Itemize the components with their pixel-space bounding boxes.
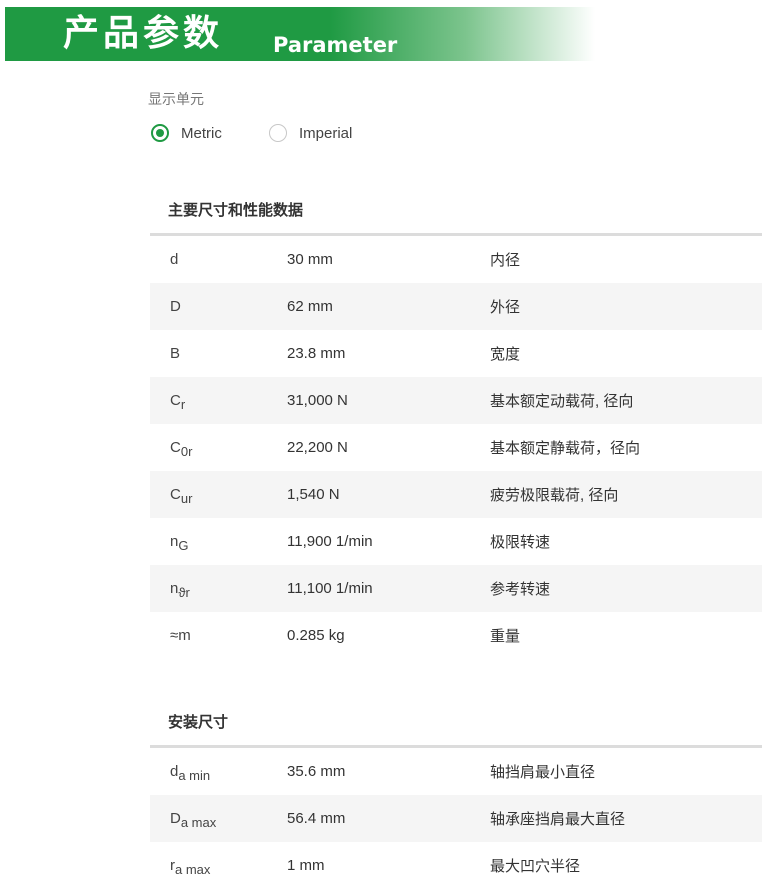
param-symbol-subscript: a max <box>175 862 211 877</box>
param-value: 31,000 N <box>287 392 348 409</box>
param-symbol: C0r <box>150 439 287 459</box>
param-symbol-base: d <box>170 251 179 268</box>
page-subtitle: Parameter <box>273 33 398 57</box>
imperial-radio[interactable]: Imperial <box>269 124 352 142</box>
table-row: nϑr 11,100 1/min 参考转速 <box>150 565 762 612</box>
param-symbol: ra max <box>150 857 287 877</box>
param-value: 56.4 mm <box>287 810 346 827</box>
param-description: 参考转速 <box>490 581 551 598</box>
table-row: Da max 56.4 mm 轴承座挡肩最大直径 <box>150 795 762 842</box>
page-title: 产品参数 <box>63 13 224 54</box>
param-symbol: nϑr <box>150 580 287 600</box>
param-symbol-base: C <box>170 486 181 503</box>
metric-radio-label: Metric <box>181 124 222 142</box>
param-value: 30 mm <box>287 251 333 268</box>
header-banner: 产品参数 Parameter <box>5 7 595 61</box>
param-description: 基本额定动载荷, 径向 <box>490 393 634 410</box>
param-description: 轴承座挡肩最大直径 <box>490 811 626 828</box>
param-symbol: ≈m <box>150 627 287 644</box>
table-row: Cr 31,000 N 基本额定动载荷, 径向 <box>150 377 762 424</box>
param-symbol-base: C <box>170 392 181 409</box>
table-row: B 23.8 mm 宽度 <box>150 330 762 377</box>
param-description: 最大凹穴半径 <box>490 858 581 875</box>
param-symbol-base: D <box>170 298 181 315</box>
table-row: da min 35.6 mm 轴挡肩最小直径 <box>150 748 762 795</box>
param-description: 外径 <box>490 299 521 316</box>
param-symbol-subscript: a min <box>178 768 211 783</box>
param-symbol-base: C <box>170 439 181 456</box>
param-symbol-subscript: 0r <box>180 444 193 459</box>
param-value: 62 mm <box>287 298 333 315</box>
param-value: 11,900 1/min <box>287 533 373 550</box>
param-symbol-subscript: ϑr <box>178 585 190 600</box>
param-description: 内径 <box>490 252 521 269</box>
param-symbol: D <box>150 298 287 315</box>
param-symbol-base: B <box>170 345 181 362</box>
param-symbol-subscript: ur <box>180 491 193 506</box>
metric-radio[interactable]: Metric <box>151 124 222 142</box>
param-symbol: Da max <box>150 810 287 830</box>
param-description: 宽度 <box>490 346 521 363</box>
param-symbol: Cr <box>150 392 287 412</box>
radio-checked-icon <box>151 124 169 142</box>
table-row: d 30 mm 内径 <box>150 236 762 283</box>
imperial-radio-label: Imperial <box>299 124 353 142</box>
param-symbol-base: D <box>170 810 181 827</box>
table-row: D 62 mm 外径 <box>150 283 762 330</box>
param-value: 1,540 N <box>287 486 340 503</box>
param-symbol: da min <box>150 763 287 783</box>
table-row: ≈m 0.285 kg 重量 <box>150 612 762 659</box>
param-symbol: nG <box>150 533 287 553</box>
table-row: nG 11,900 1/min 极限转速 <box>150 518 762 565</box>
main-dimensions-table: d 30 mm 内径 D 62 mm 外径 B 23.8 mm 宽度 Cr 31,000 N 基本额定… <box>150 236 762 659</box>
param-value: 23.8 mm <box>287 345 346 362</box>
param-symbol: B <box>150 345 287 362</box>
param-value: 0.285 kg <box>287 627 345 644</box>
section-title-main-dimensions: 主要尺寸和性能数据 <box>168 202 304 219</box>
param-symbol-subscript: G <box>178 538 189 553</box>
mounting-dimensions-table: da min 35.6 mm 轴挡肩最小直径 Da max 56.4 mm 轴承座挡肩最大… <box>150 748 762 889</box>
param-description: 极限转速 <box>490 534 551 551</box>
param-description: 疲劳极限载荷, 径向 <box>490 487 619 504</box>
table-row: Cur 1,540 N 疲劳极限载荷, 径向 <box>150 471 762 518</box>
param-description: 重量 <box>490 628 521 645</box>
param-value: 1 mm <box>287 857 325 874</box>
param-value: 22,200 N <box>287 439 348 456</box>
param-value: 35.6 mm <box>287 763 346 780</box>
param-symbol: d <box>150 251 287 268</box>
param-description: 基本额定静载荷，径向 <box>490 440 641 457</box>
table-row: C0r 22,200 N 基本额定静载荷，径向 <box>150 424 762 471</box>
param-symbol-subscript: a max <box>180 815 217 830</box>
param-symbol: Cur <box>150 486 287 506</box>
param-symbol-base: ≈m <box>170 627 191 644</box>
section-title-mounting-dimensions: 安装尺寸 <box>168 714 229 731</box>
table-row: ra max 1 mm 最大凹穴半径 <box>150 842 762 889</box>
param-description: 轴挡肩最小直径 <box>490 764 596 781</box>
radio-unchecked-icon <box>269 124 287 142</box>
param-value: 11,100 1/min <box>287 580 373 597</box>
param-symbol-subscript: r <box>180 397 186 412</box>
unit-selector-label: 显示单元 <box>148 91 204 107</box>
